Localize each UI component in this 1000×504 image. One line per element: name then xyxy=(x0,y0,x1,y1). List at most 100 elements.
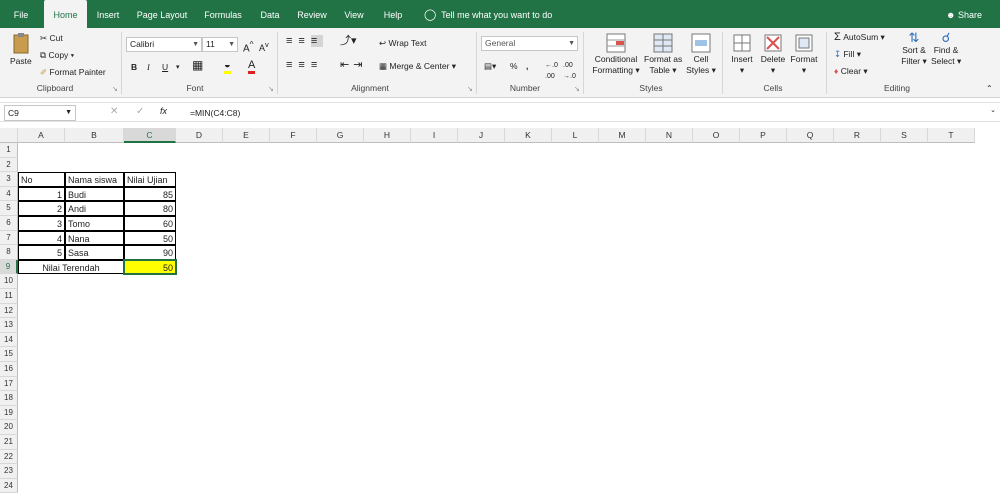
cell[interactable]: Nana xyxy=(65,230,124,246)
cell[interactable]: Budi xyxy=(65,186,124,202)
italic-button[interactable]: I xyxy=(147,62,150,73)
column-header[interactable]: H xyxy=(364,128,411,143)
row-header[interactable]: 24 xyxy=(0,478,18,494)
cancel-icon[interactable]: ✕ xyxy=(110,106,118,117)
column-header[interactable]: D xyxy=(176,128,223,143)
tab-insert[interactable]: Insert xyxy=(92,0,124,28)
row-header[interactable]: 21 xyxy=(0,435,18,450)
column-header[interactable]: O xyxy=(693,128,740,143)
column-header[interactable]: K xyxy=(505,128,552,143)
vertical-align-icons[interactable]: ≡≡≡ xyxy=(286,35,324,47)
cell[interactable]: 80 xyxy=(124,201,176,216)
column-header[interactable]: G xyxy=(317,128,364,143)
underline-button[interactable]: U xyxy=(162,62,168,73)
font-color-icon[interactable]: A xyxy=(248,59,256,74)
row-header[interactable]: 8 xyxy=(0,245,18,260)
column-header[interactable]: Q xyxy=(787,128,834,143)
row-header[interactable]: 5 xyxy=(0,201,18,216)
grow-font-button[interactable]: A^ xyxy=(243,39,254,54)
tab-file[interactable]: File xyxy=(6,0,36,28)
tab-home[interactable]: Home xyxy=(44,0,87,30)
column-header[interactable]: M xyxy=(599,128,646,143)
percent-button[interactable]: % xyxy=(510,61,518,72)
paste-button[interactable]: Paste xyxy=(10,32,32,67)
increase-decimal-button[interactable]: ←.0.00 xyxy=(545,60,558,82)
row-header[interactable]: 17 xyxy=(0,376,18,392)
cell[interactable]: 5 xyxy=(18,245,65,260)
row-header[interactable]: 3 xyxy=(0,172,18,187)
conditional-formatting-button[interactable]: Conditional Formatting ▾ xyxy=(590,32,642,76)
tab-data[interactable]: Data xyxy=(257,0,283,28)
enter-icon[interactable]: ✓ xyxy=(136,106,144,117)
format-as-table-button[interactable]: Format as Table ▾ xyxy=(644,32,682,76)
font-name-select[interactable]: Calibri ▼ xyxy=(126,37,202,52)
column-header[interactable]: N xyxy=(646,128,693,143)
delete-cells-button[interactable]: Delete ▾ xyxy=(759,32,787,76)
column-header[interactable]: S xyxy=(881,128,928,143)
select-all-corner[interactable] xyxy=(0,128,18,143)
row-header[interactable]: 15 xyxy=(0,347,18,362)
cell[interactable]: Nilai Terendah xyxy=(18,259,124,275)
row-header[interactable]: 6 xyxy=(0,216,18,231)
cell[interactable]: Andi xyxy=(65,201,124,216)
row-header[interactable]: 20 xyxy=(0,420,18,435)
format-painter-button[interactable]: ✐ Format Painter xyxy=(40,67,106,78)
cell[interactable]: Sasa xyxy=(65,245,124,260)
row-header[interactable]: 13 xyxy=(0,318,18,333)
row-header[interactable]: 16 xyxy=(0,362,18,377)
column-header[interactable]: P xyxy=(740,128,787,143)
cell[interactable]: 3 xyxy=(18,216,65,231)
alignment-launcher-icon[interactable]: ↘ xyxy=(467,85,473,93)
tab-view[interactable]: View xyxy=(339,0,369,28)
wrap-text-button[interactable]: ↩ Wrap Text xyxy=(379,38,426,49)
row-header[interactable]: 12 xyxy=(0,303,18,319)
row-header[interactable]: 1 xyxy=(0,143,18,158)
cell[interactable]: 90 xyxy=(124,245,176,260)
column-header[interactable]: F xyxy=(270,128,317,143)
cell[interactable]: No xyxy=(18,172,65,187)
tell-me-box[interactable]: ◯ Tell me what you want to do xyxy=(424,0,552,28)
number-launcher-icon[interactable]: ↘ xyxy=(574,85,580,93)
cell[interactable]: 1 xyxy=(18,186,65,202)
column-header[interactable]: J xyxy=(458,128,505,143)
fill-button[interactable]: ↧ Fill ▾ xyxy=(834,49,861,60)
share-button[interactable]: ☻ Share xyxy=(946,0,982,28)
tab-review[interactable]: Review xyxy=(294,0,330,28)
row-header[interactable]: 14 xyxy=(0,332,18,348)
row-header[interactable]: 9 xyxy=(0,259,18,275)
insert-function-icon[interactable]: fx xyxy=(160,106,167,116)
borders-icon[interactable]: ▦ xyxy=(192,59,203,71)
row-header[interactable]: 23 xyxy=(0,464,18,479)
clipboard-launcher-icon[interactable]: ↘ xyxy=(112,85,118,93)
column-header[interactable]: A xyxy=(18,128,65,143)
chevron-down-icon[interactable]: ▾ xyxy=(176,62,180,73)
row-header[interactable]: 19 xyxy=(0,405,18,421)
merge-center-button[interactable]: ▦ Merge & Center ▾ xyxy=(379,61,456,72)
cell[interactable]: Nama siswa xyxy=(65,172,124,187)
find-select-button[interactable]: ☌ Find & Select ▾ xyxy=(931,31,961,67)
column-header[interactable]: I xyxy=(411,128,458,143)
column-header[interactable]: C xyxy=(124,128,176,143)
row-header[interactable]: 11 xyxy=(0,289,18,304)
insert-cells-button[interactable]: Insert ▾ xyxy=(729,32,755,76)
autosum-button[interactable]: Σ AutoSum ▾ xyxy=(834,32,885,43)
collapse-ribbon-icon[interactable]: ⌃ xyxy=(986,83,993,94)
fill-color-icon[interactable]: ◒ xyxy=(224,59,231,74)
tab-help[interactable]: Help xyxy=(378,0,408,28)
cell[interactable]: 2 xyxy=(18,201,65,216)
horizontal-align-icons[interactable]: ≡≡≡ xyxy=(286,60,323,71)
row-header[interactable]: 7 xyxy=(0,230,18,246)
column-header[interactable]: R xyxy=(834,128,881,143)
formula-input[interactable]: =MIN(C4:C8) xyxy=(190,105,240,121)
cell[interactable]: 85 xyxy=(124,186,176,202)
column-header[interactable]: T xyxy=(928,128,975,143)
row-header[interactable]: 4 xyxy=(0,186,18,202)
column-header[interactable]: B xyxy=(65,128,124,143)
tab-formulas[interactable]: Formulas xyxy=(199,0,247,28)
column-header[interactable]: L xyxy=(552,128,599,143)
row-header[interactable]: 22 xyxy=(0,449,18,465)
row-header[interactable]: 10 xyxy=(0,274,18,289)
tab-page-layout[interactable]: Page Layout xyxy=(134,0,190,28)
comma-button[interactable]: , xyxy=(526,61,528,72)
cell-styles-button[interactable]: Cell Styles ▾ xyxy=(686,32,716,76)
